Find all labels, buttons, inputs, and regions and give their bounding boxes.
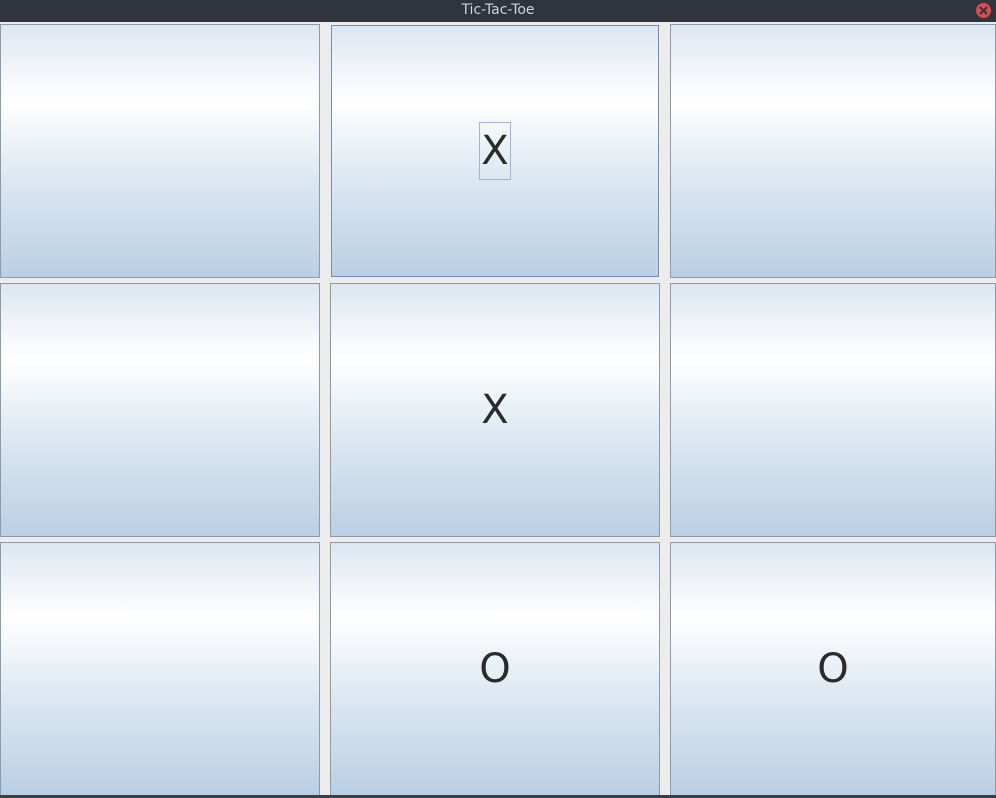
board-cell-r0-c0[interactable] bbox=[0, 24, 320, 278]
cell-mark: O bbox=[479, 646, 511, 692]
cell-mark: X bbox=[481, 387, 509, 433]
board-cell-r2-c2[interactable]: O bbox=[670, 542, 996, 796]
window-title: Tic-Tac-Toe bbox=[461, 2, 535, 18]
game-board: X X O O bbox=[0, 24, 996, 798]
close-button[interactable] bbox=[976, 3, 991, 18]
cell-mark bbox=[831, 421, 835, 423]
close-icon bbox=[979, 6, 988, 15]
board-cell-r1-c1[interactable]: X bbox=[330, 283, 660, 537]
window-titlebar: Tic-Tac-Toe bbox=[0, 0, 996, 22]
board-cell-r2-c1[interactable]: O bbox=[330, 542, 660, 796]
board-cell-r0-c1[interactable]: X bbox=[331, 25, 659, 277]
board-cell-r1-c2[interactable] bbox=[670, 283, 996, 537]
cell-mark bbox=[158, 680, 162, 682]
board-cell-r2-c0[interactable] bbox=[0, 542, 320, 796]
board-cell-r1-c0[interactable] bbox=[0, 283, 320, 537]
cell-mark bbox=[831, 162, 835, 164]
cell-mark bbox=[158, 421, 162, 423]
cell-mark: X bbox=[479, 122, 511, 180]
board-cell-r0-c2[interactable] bbox=[670, 24, 996, 278]
cell-mark bbox=[158, 162, 162, 164]
cell-mark: O bbox=[817, 646, 849, 692]
